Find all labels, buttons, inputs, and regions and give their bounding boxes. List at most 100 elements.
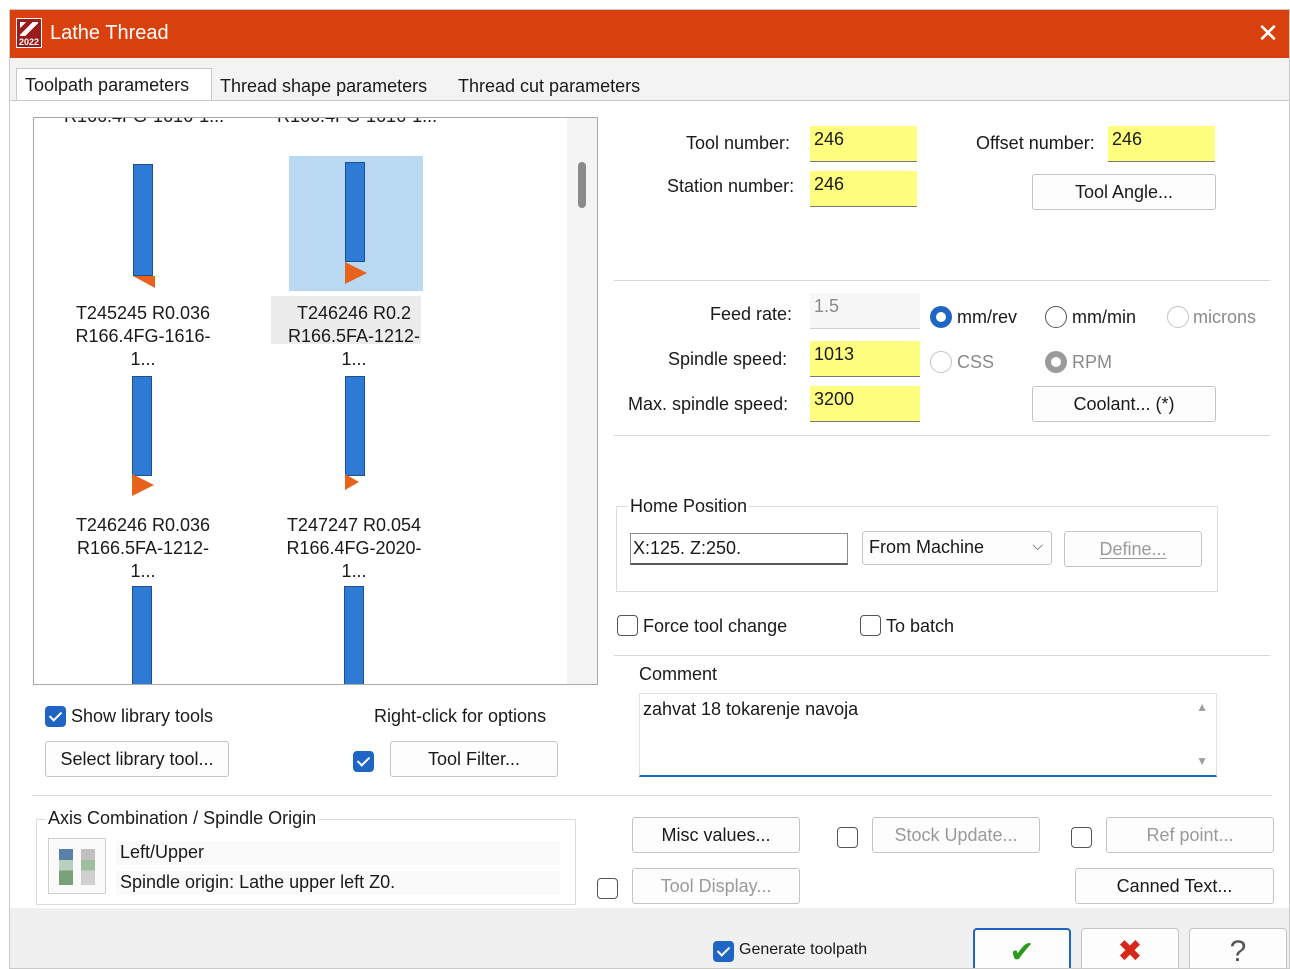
scrollbar-thumb[interactable] (578, 162, 586, 208)
define-button[interactable]: Define... (1064, 531, 1202, 567)
tool-caption-line2: R166.5FA-1212-1... (76, 538, 210, 581)
tool-list-scrollbar[interactable] (567, 118, 597, 684)
button-label: Define... (1099, 539, 1167, 559)
scroll-up-icon[interactable]: ▲ (1196, 700, 1208, 714)
tool-display-button[interactable]: Tool Display... (632, 868, 800, 904)
tool-item[interactable]: T246246 R0.036 R166.5FA-1212-1... (68, 366, 218, 581)
title-bar: 2022 Lathe Thread ✕ (10, 10, 1289, 58)
tool-caption-line2: R166.5FA-1212-1... (287, 326, 421, 369)
tool-item-selected[interactable]: T246246 R0.2 R166.5FA-1212-1... (271, 154, 429, 369)
stock-update-checkbox[interactable] (837, 827, 858, 848)
separator (614, 435, 1270, 436)
select-value: From Machine (869, 537, 985, 557)
home-position-label: Home Position (628, 496, 750, 517)
rpm-label: RPM (1072, 352, 1112, 372)
tool-insert (345, 262, 367, 284)
to-batch-checkbox[interactable] (860, 615, 881, 636)
tab-toolpath-parameters[interactable]: Toolpath parameters (16, 68, 212, 102)
tool-shank (133, 164, 153, 276)
logo-year: 2022 (18, 37, 40, 47)
tool-shank (345, 376, 365, 476)
tool-number-label: Tool number: (686, 133, 791, 153)
tool-caption-line1: T246246 R0.036 (75, 515, 211, 535)
chevron-down-icon: ⌵ (1032, 537, 1043, 553)
axis-combination-value: Left/Upper (120, 842, 205, 862)
stock-update-button[interactable]: Stock Update... (872, 817, 1040, 853)
home-position-mode-select[interactable]: From Machine ⌵ (862, 531, 1052, 565)
tool-filter-checkbox[interactable] (353, 751, 374, 772)
red-x-icon: ✖ (1117, 935, 1143, 968)
cancel-button[interactable]: ✖ (1081, 928, 1179, 968)
comment-label: Comment (639, 664, 718, 684)
tool-list[interactable]: R166.4FG-1616-1... R166.4FG-1616-1... T2… (33, 117, 598, 685)
separator (614, 280, 1270, 281)
tool-shank (132, 376, 152, 476)
offset-number-input[interactable]: 246 (1108, 126, 1215, 162)
tab-thread-cut-parameters[interactable]: Thread cut parameters (450, 70, 660, 100)
feed-rate-label: Feed rate: (710, 304, 793, 324)
tool-filter-button[interactable]: Tool Filter... (390, 741, 558, 777)
spindle-speed-label: Spindle speed: (668, 349, 788, 369)
button-label: Tool Display... (660, 876, 772, 896)
ref-point-checkbox[interactable] (1071, 827, 1092, 848)
misc-values-button[interactable]: Misc values... (632, 817, 800, 853)
help-button[interactable]: ? (1189, 928, 1287, 968)
button-label: Stock Update... (894, 825, 1018, 845)
ref-point-button[interactable]: Ref point... (1106, 817, 1274, 853)
axis-combination-icon[interactable] (48, 838, 106, 894)
mm-rev-label: mm/rev (957, 307, 1017, 327)
show-library-tools-checkbox[interactable] (45, 706, 66, 727)
tool-caption-line2: R166.4FG-2020-1... (286, 538, 422, 581)
axis-combination-label: Axis Combination / Spindle Origin (46, 808, 319, 829)
spindle-speed-input[interactable]: 1013 (810, 341, 920, 377)
button-label: Ref point... (1146, 825, 1234, 845)
tab-label: Thread cut parameters (458, 76, 641, 96)
tool-caption-line1: T247247 R0.054 (286, 515, 422, 535)
force-tool-change-checkbox[interactable] (617, 615, 638, 636)
button-label: Tool Filter... (427, 749, 521, 769)
tool-shank-partial (132, 586, 152, 684)
close-icon[interactable]: ✕ (1253, 18, 1283, 49)
station-number-label: Station number: (667, 176, 795, 196)
mm-rev-radio[interactable] (930, 306, 952, 328)
show-library-tools-label: Show library tools (71, 706, 214, 726)
max-spindle-speed-input[interactable]: 3200 (810, 386, 920, 422)
toolpath-parameters-panel: R166.4FG-1616-1... R166.4FG-1616-1... T2… (10, 100, 1289, 908)
scroll-down-icon[interactable]: ▼ (1196, 754, 1208, 768)
station-number-input[interactable]: 246 (810, 171, 917, 207)
css-radio[interactable] (930, 351, 952, 373)
dialog-footer: Generate toolpath ✔ ✖ ? (10, 908, 1289, 968)
generate-toolpath-label: Generate toolpath (739, 941, 868, 958)
button-label: Misc values... (661, 825, 771, 845)
tool-caption-line1: T245245 R0.036 (75, 303, 211, 323)
lathe-thread-dialog: 2022 Lathe Thread ✕ Toolpath parameters … (9, 9, 1290, 969)
button-label: Canned Text... (1116, 876, 1233, 896)
partial-tool-caption: R166.4FG-1616-1... (277, 118, 437, 127)
separator (32, 795, 1272, 796)
home-position-field[interactable]: X:125. Z:250. (630, 533, 848, 565)
microns-radio[interactable] (1167, 306, 1189, 328)
tool-item[interactable]: T245245 R0.036 R166.4FG-1616-1... (68, 154, 218, 369)
feed-rate-input[interactable]: 1.5 (810, 293, 920, 329)
spindle-origin-value: Spindle origin: Lathe upper left Z0. (120, 872, 396, 892)
canned-text-button[interactable]: Canned Text... (1075, 868, 1274, 904)
tool-angle-button[interactable]: Tool Angle... (1032, 174, 1216, 210)
right-click-hint: Right-click for options (374, 706, 547, 726)
coolant-button[interactable]: Coolant... (*) (1032, 386, 1216, 422)
tab-label: Toolpath parameters (25, 75, 190, 95)
select-library-tool-button[interactable]: Select library tool... (45, 741, 229, 777)
button-label: Coolant... (*) (1073, 394, 1175, 414)
tool-number-input[interactable]: 246 (810, 126, 917, 162)
tool-item[interactable]: T247247 R0.054 R166.4FG-2020-1... (279, 366, 429, 581)
mm-min-radio[interactable] (1045, 306, 1067, 328)
tool-display-checkbox[interactable] (597, 878, 618, 899)
generate-toolpath-checkbox[interactable] (713, 941, 734, 962)
tool-shank (345, 162, 365, 262)
tool-caption-line2: R166.4FG-1616-1... (75, 326, 211, 369)
tool-insert (345, 474, 359, 490)
ok-button[interactable]: ✔ (973, 928, 1071, 968)
comment-textarea[interactable]: zahvat 18 tokarenje navoja ▲ ▼ (639, 693, 1217, 777)
tab-thread-shape-parameters[interactable]: Thread shape parameters (212, 70, 448, 100)
button-label: Tool Angle... (1074, 182, 1174, 202)
rpm-radio[interactable] (1045, 351, 1067, 373)
